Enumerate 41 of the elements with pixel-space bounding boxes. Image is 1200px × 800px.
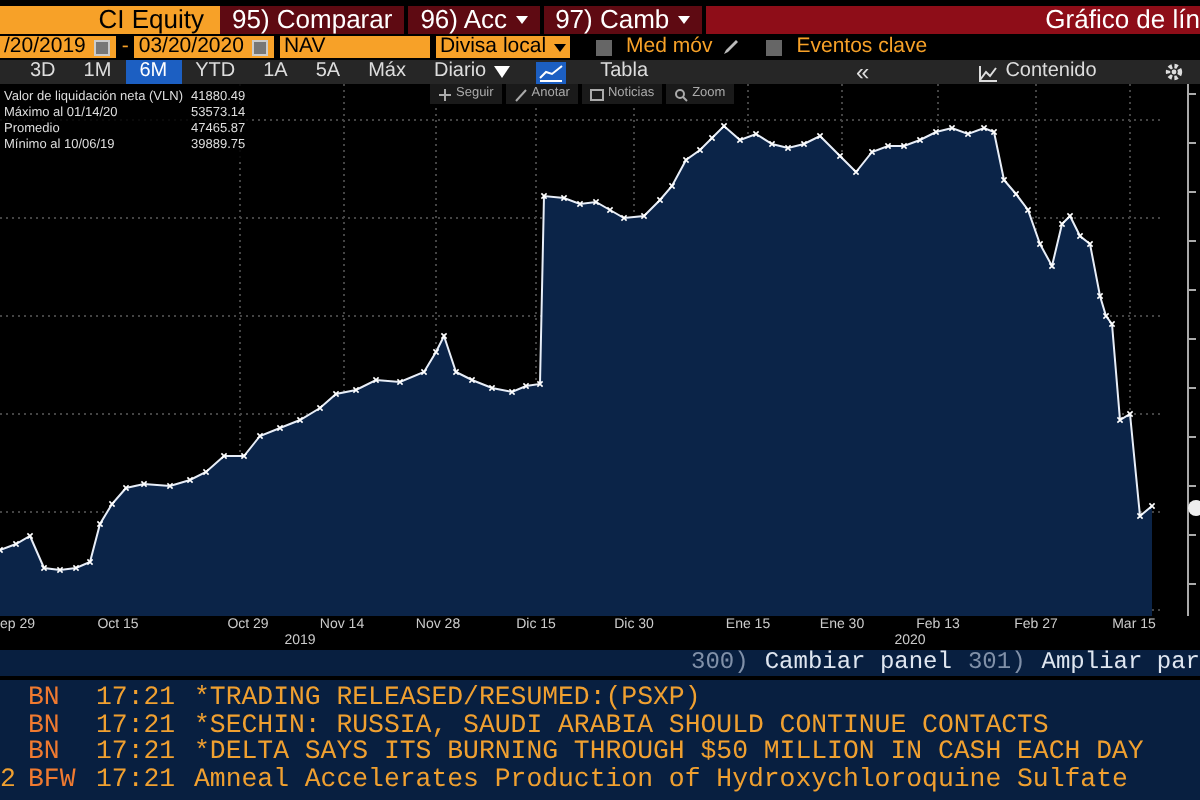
period-tab[interactable]: YTD bbox=[181, 60, 250, 84]
checkbox-label: Med móv bbox=[626, 31, 713, 61]
news-time: 17:21 bbox=[96, 684, 178, 712]
news-headline[interactable]: *DELTA SAYS ITS BURNING THROUGH $50 MILLION IN CASH EACH DAY bbox=[194, 738, 1144, 766]
news-source: BN bbox=[26, 684, 62, 712]
row-number: 2 bbox=[0, 765, 16, 793]
news-headline[interactable]: *TRADING RELEASED/RESUMED:(PSXP) bbox=[194, 684, 701, 712]
period-tab[interactable]: 3D bbox=[16, 60, 70, 84]
panel-action-link[interactable]: 301) Ampliar par bbox=[967, 650, 1200, 676]
period-tab[interactable]: 6M bbox=[125, 60, 182, 84]
field-selector[interactable]: NAV bbox=[279, 36, 430, 58]
window-title: Gráfico de lín bbox=[1045, 6, 1200, 34]
date-field[interactable]: /20/2019 bbox=[0, 36, 116, 58]
action-number: 300) bbox=[691, 650, 749, 676]
table-button[interactable]: Tabla bbox=[586, 60, 663, 84]
news-time: 17:21 bbox=[96, 738, 178, 766]
news-source: BN bbox=[26, 711, 62, 739]
action-label: Cambiar panel bbox=[764, 650, 952, 676]
menu-button[interactable]: 97) Camb bbox=[543, 6, 706, 34]
news-headline[interactable]: *SECHIN: RUSSIA, SAUDI ARABIA SHOULD CONTINUE CONTACTS bbox=[194, 711, 1049, 739]
checkbox-label: Eventos clave bbox=[796, 31, 928, 62]
period-tab[interactable]: 1A bbox=[249, 60, 302, 84]
news-source: BFW bbox=[26, 765, 78, 793]
contents-button[interactable]: Contenido bbox=[963, 60, 1111, 84]
news-source: BN bbox=[26, 738, 62, 766]
action-number: 301) bbox=[967, 650, 1026, 676]
security-field[interactable]: CI Equity bbox=[0, 6, 220, 34]
panel-action-link[interactable]: 300) Cambiar panel bbox=[691, 650, 952, 676]
period-tab[interactable]: 5A bbox=[301, 60, 355, 84]
date-field[interactable]: 03/20/2020 bbox=[134, 36, 274, 58]
date-separator: - bbox=[121, 31, 129, 62]
news-time: 17:21 bbox=[96, 711, 178, 739]
news-time: 17:21 bbox=[96, 765, 178, 793]
collapse-button[interactable]: « bbox=[842, 60, 884, 84]
menu-button[interactable]: 95) Comparar bbox=[220, 6, 409, 34]
period-tab[interactable]: 1M bbox=[69, 60, 126, 84]
period-tab[interactable]: Máx bbox=[354, 60, 420, 84]
action-label: Ampliar par bbox=[1041, 650, 1200, 676]
menu-button[interactable]: 96) Acc bbox=[408, 6, 544, 34]
news-headline[interactable]: Amneal Accelerates Production of Hydroxychloroquine Sulfate bbox=[194, 765, 1128, 793]
currency-dropdown[interactable]: Divisa local bbox=[435, 36, 571, 58]
